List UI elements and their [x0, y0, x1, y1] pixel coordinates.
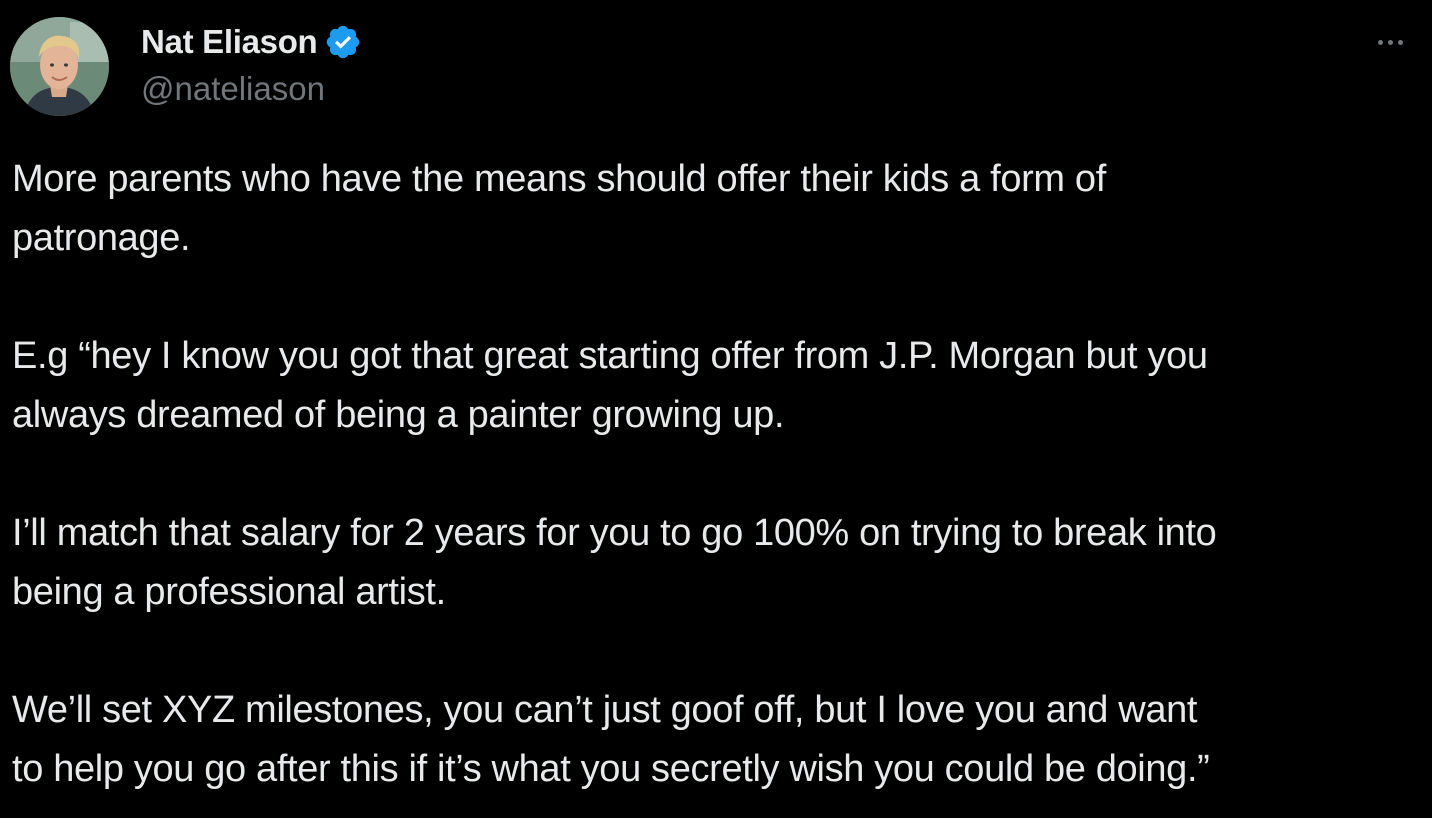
more-horizontal-icon-dot	[1387, 39, 1393, 45]
tweet-paragraph: E.g “hey I know you got that great start…	[12, 335, 1208, 436]
tweet-paragraph: We’ll set XYZ milestones, you can’t just…	[12, 689, 1210, 790]
verified-badge-icon[interactable]	[324, 23, 362, 61]
tweet-text: More parents who have the means should o…	[12, 150, 1422, 799]
tweet: Nat Eliason @nateliason More parents who…	[0, 0, 1432, 818]
more-options-button[interactable]	[1368, 28, 1412, 56]
display-name[interactable]: Nat Eliason	[141, 23, 318, 61]
more-horizontal-icon-dot	[1397, 39, 1403, 45]
name-row: Nat Eliason	[141, 20, 362, 64]
more-horizontal-icon	[1377, 39, 1383, 45]
avatar[interactable]	[10, 17, 109, 116]
tweet-paragraph: More parents who have the means should o…	[12, 158, 1106, 259]
user-handle[interactable]: @nateliason	[141, 70, 362, 108]
author-info: Nat Eliason @nateliason	[141, 20, 362, 108]
avatar-image	[10, 17, 109, 116]
tweet-paragraph: I’ll match that salary for 2 years for y…	[12, 512, 1217, 613]
